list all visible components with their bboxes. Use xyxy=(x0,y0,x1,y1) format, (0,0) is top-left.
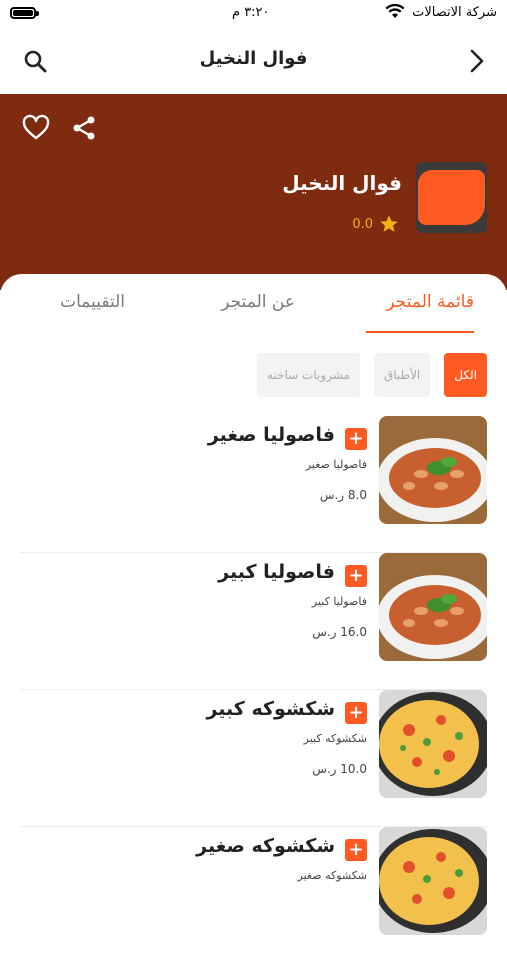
top-navbar: فوال النخيل xyxy=(0,28,507,94)
store-rating: 0.0 xyxy=(352,214,399,234)
store-header: فوال النخيل 0.0 xyxy=(0,94,507,290)
tab-about-store[interactable]: عن المتجر xyxy=(221,292,295,312)
shakshuka-pan-image xyxy=(379,690,487,798)
status-time: ٣:٢٠ م xyxy=(232,5,270,20)
store-tabs: قائمة المتجر عن المتجر التقييمات xyxy=(0,274,507,336)
active-tab-indicator xyxy=(366,331,474,333)
item-price: 16.0 ر.س xyxy=(312,625,367,639)
category-all[interactable]: الكل xyxy=(444,353,487,397)
store-logo xyxy=(416,162,487,233)
item-description: شكشوكه صغير xyxy=(297,869,367,882)
menu-item[interactable]: + شكشوكه صغير شكشوكه صغير xyxy=(0,827,507,964)
menu-item[interactable]: + فاصوليا كبير فاصوليا كبير 16.0 ر.س xyxy=(0,553,507,690)
item-description: شكشوكه كبير xyxy=(303,732,367,745)
beans-dish-image xyxy=(379,553,487,661)
item-price: 8.0 ر.س xyxy=(319,488,367,502)
add-to-cart-button[interactable]: + xyxy=(345,839,367,861)
status-bar: ٣:٢٠ م شركة الاتصالات xyxy=(0,0,507,28)
star-icon xyxy=(380,215,398,232)
menu-item[interactable]: + شكشوكه كبير شكشوكه كبير 10.0 ر.س xyxy=(0,690,507,827)
carrier-name: شركة الاتصالات xyxy=(412,5,497,20)
item-price: 10.0 ر.س xyxy=(312,762,367,776)
item-name: شكشوكه صغير xyxy=(196,835,335,857)
shakshuka-pan-image xyxy=(379,827,487,935)
item-description: فاصوليا صغير xyxy=(305,458,367,471)
tab-reviews[interactable]: التقييمات xyxy=(60,292,125,312)
add-to-cart-button[interactable]: + xyxy=(345,428,367,450)
battery-icon xyxy=(10,7,39,19)
add-to-cart-button[interactable]: + xyxy=(345,565,367,587)
tab-store-menu[interactable]: قائمة المتجر xyxy=(386,292,474,312)
item-name: شكشوكه كبير xyxy=(206,698,335,720)
item-description: فاصوليا كبير xyxy=(311,595,367,608)
item-name: فاصوليا كبير xyxy=(218,561,335,583)
category-hot-drinks[interactable]: مشروبات ساخنه xyxy=(257,353,360,397)
share-icon[interactable] xyxy=(70,114,98,142)
heart-icon[interactable] xyxy=(22,114,50,142)
menu-item[interactable]: + فاصوليا صغير فاصوليا صغير 8.0 ر.س xyxy=(0,416,507,553)
add-to-cart-button[interactable]: + xyxy=(345,702,367,724)
store-name: فوال النخيل xyxy=(282,171,402,195)
rating-value: 0.0 xyxy=(352,216,373,232)
store-content: قائمة المتجر عن المتجر التقييمات الكل ال… xyxy=(0,274,507,935)
category-filter: الكل الأطباق مشروبات ساخنه xyxy=(257,353,487,397)
beans-dish-image xyxy=(379,416,487,524)
page-title: فوال النخيل xyxy=(199,48,308,69)
wifi-icon xyxy=(385,4,405,18)
item-name: فاصوليا صغير xyxy=(207,424,335,446)
category-dishes[interactable]: الأطباق xyxy=(373,353,431,397)
chevron-right-icon[interactable] xyxy=(467,48,487,74)
